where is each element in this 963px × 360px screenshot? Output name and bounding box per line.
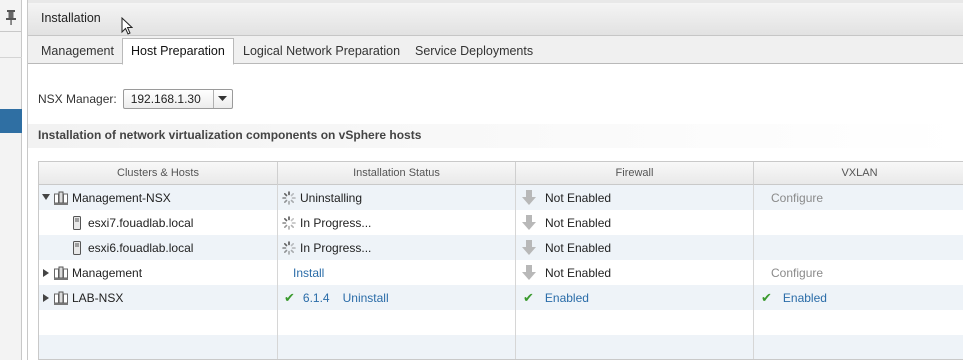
firewall-status: Not Enabled (545, 190, 612, 205)
tab-logical-network-preparation[interactable]: Logical Network Preparation (235, 40, 408, 64)
column-divider (515, 185, 516, 359)
uninstall-link[interactable]: Uninstall (343, 291, 389, 305)
firewall-cell: Not Enabled (522, 185, 611, 210)
table-row[interactable]: esxi6.fouadlab.local In Progress... Not … (39, 235, 963, 260)
cluster-cell: Management-NSX (41, 185, 171, 210)
firewall-status: Not Enabled (545, 215, 612, 230)
down-arrow-icon (522, 265, 536, 280)
vxlan-cell: Configure (771, 260, 823, 285)
tab-service-deployments[interactable]: Service Deployments (407, 40, 541, 64)
host-cell: esxi7.fouadlab.local (73, 210, 193, 235)
firewall-cell: Not Enabled (522, 210, 611, 235)
cluster-name: Management (72, 265, 143, 280)
spinner-icon (282, 190, 296, 205)
panel-title: Installation (41, 11, 101, 25)
version-text: 6.1.4 (302, 290, 330, 305)
host-icon (73, 240, 81, 255)
column-divider (277, 185, 278, 359)
column-header-installation-status[interactable]: Installation Status (278, 162, 516, 185)
cluster-icon (54, 291, 68, 305)
down-arrow-icon (522, 240, 536, 255)
status-cell: In Progress... (282, 210, 371, 235)
table-row[interactable]: esxi7.fouadlab.local In Progress... Not … (39, 210, 963, 235)
cluster-icon (54, 266, 68, 280)
host-icon (73, 215, 81, 230)
cluster-cell: LAB-NSX (41, 285, 123, 310)
rail-divider (0, 57, 22, 58)
column-header-clusters-hosts[interactable]: Clusters & Hosts (39, 162, 278, 185)
install-link[interactable]: Install (293, 266, 324, 280)
status-cell: Uninstalling (282, 185, 362, 210)
section-header: Installation of network virtualization c… (28, 124, 963, 148)
expand-icon[interactable] (41, 268, 51, 277)
empty-row (39, 310, 963, 335)
vxlan-configure-link[interactable]: Configure (771, 266, 823, 280)
status-cell: ✔ 6.1.4 Uninstall (284, 285, 389, 310)
vxlan-cell: ✔ Enabled (761, 285, 827, 310)
column-header-vxlan[interactable]: VXLAN (754, 162, 963, 185)
cursor-icon (121, 16, 134, 38)
down-arrow-icon (522, 215, 536, 230)
nsx-manager-label: NSX Manager: (38, 92, 117, 106)
firewall-cell: Not Enabled (522, 260, 611, 285)
tab-bar: Management Host Preparation Logical Netw… (28, 36, 963, 65)
firewall-cell: Not Enabled (522, 235, 611, 260)
host-name: esxi7.fouadlab.local (88, 215, 194, 230)
nsx-manager-select[interactable]: 192.168.1.30 (122, 89, 233, 109)
firewall-status: Not Enabled (545, 240, 612, 255)
vxlan-configure-link[interactable]: Configure (771, 191, 823, 205)
table-row[interactable]: Management Install Not Enabled Configure (39, 260, 963, 285)
spinner-icon (282, 215, 296, 230)
column-divider (753, 185, 754, 359)
status-cell: In Progress... (282, 235, 371, 260)
column-header-firewall[interactable]: Firewall (516, 162, 754, 185)
host-cell: esxi6.fouadlab.local (73, 235, 193, 260)
table-row[interactable]: Management-NSX Uninstalling Not Enabled … (39, 185, 963, 210)
firewall-status: Enabled (544, 290, 589, 305)
cluster-icon (54, 191, 68, 205)
left-rail (0, 0, 22, 360)
nsx-manager-row: NSX Manager: 192.168.1.30 (38, 89, 233, 109)
spinner-icon (282, 240, 296, 255)
installation-panel: Installation Management Host Preparation… (27, 0, 963, 360)
collapse-icon[interactable] (41, 194, 51, 201)
check-icon: ✔ (284, 289, 295, 305)
host-name: esxi6.fouadlab.local (88, 240, 194, 255)
vxlan-cell: Configure (771, 185, 823, 210)
expand-icon[interactable] (41, 293, 51, 302)
firewall-status: Not Enabled (545, 265, 612, 280)
tab-management[interactable]: Management (33, 40, 122, 64)
chevron-down-icon[interactable] (212, 90, 232, 108)
firewall-cell: ✔ Enabled (523, 285, 589, 310)
cluster-cell: Management (41, 260, 142, 285)
rail-selected-item[interactable] (0, 109, 22, 133)
check-icon: ✔ (523, 289, 534, 305)
host-preparation-grid: Clusters & Hosts Installation Status Fir… (38, 161, 963, 360)
rail-divider (0, 31, 22, 32)
status-cell: Install (293, 260, 324, 285)
section-title: Installation of network virtualization c… (38, 128, 422, 142)
check-icon: ✔ (761, 289, 772, 305)
table-row[interactable]: LAB-NSX ✔ 6.1.4 Uninstall ✔ Enabled ✔ En… (39, 285, 963, 310)
pin-icon[interactable] (3, 6, 19, 28)
cluster-name: Management-NSX (72, 190, 171, 205)
down-arrow-icon (522, 190, 536, 205)
vxlan-status: Enabled (782, 290, 827, 305)
tab-host-preparation[interactable]: Host Preparation (122, 38, 234, 65)
grid-header: Clusters & Hosts Installation Status Fir… (39, 162, 963, 185)
status-text: In Progress... (300, 215, 372, 230)
status-text: In Progress... (300, 240, 372, 255)
nsx-manager-value: 192.168.1.30 (130, 92, 201, 106)
empty-row (39, 335, 963, 359)
cluster-name: LAB-NSX (72, 290, 124, 305)
status-text: Uninstalling (300, 190, 363, 205)
panel-titlebar: Installation (28, 0, 963, 36)
